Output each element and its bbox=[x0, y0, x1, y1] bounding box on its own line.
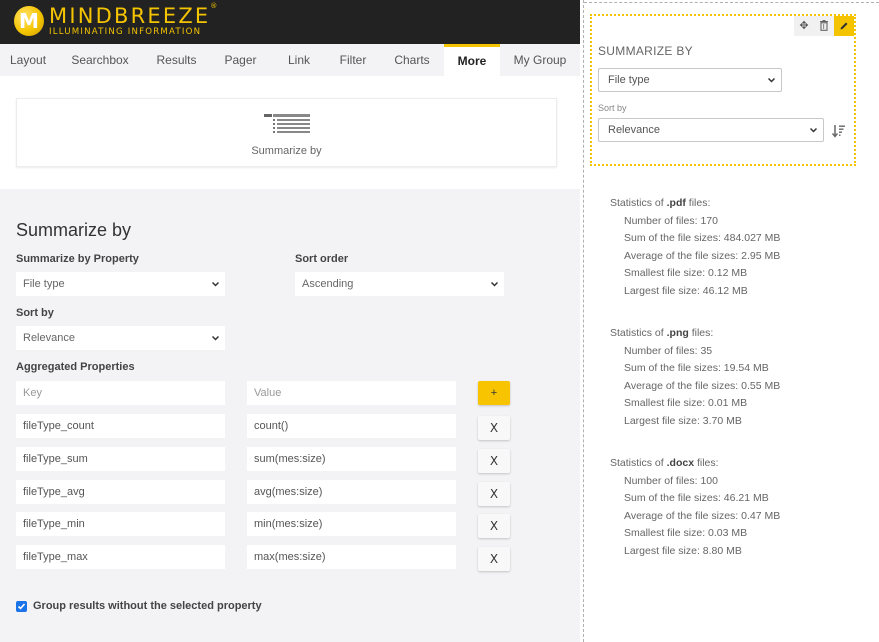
sort-by-select[interactable]: Relevance bbox=[16, 326, 225, 350]
editor-panel: M MINDBREEZE ® ILLUMINATING INFORMATION L… bbox=[0, 0, 580, 642]
mindbreeze-logo: M MINDBREEZE ® ILLUMINATING INFORMATION bbox=[14, 3, 217, 37]
tab-searchbox[interactable]: Searchbox bbox=[56, 44, 144, 76]
widget-palette: Summarize by bbox=[0, 76, 580, 189]
sort-by-label: Sort by bbox=[16, 307, 54, 319]
tab-charts[interactable]: Charts bbox=[380, 44, 444, 76]
aggregated-key-field[interactable]: fileType_avg bbox=[16, 480, 225, 504]
stat-line: Smallest file size: 0.01 MB bbox=[624, 397, 748, 409]
stat-group-docx: Statistics of .docx files: Number of fil… bbox=[610, 455, 850, 560]
logo-emblem-icon: M bbox=[14, 6, 44, 37]
checkmark-icon bbox=[17, 602, 26, 610]
top-bar: M MINDBREEZE ® ILLUMINATING INFORMATION bbox=[0, 0, 580, 44]
group-results-option: Group results without the selected prope… bbox=[16, 600, 262, 612]
widget-summarize-by[interactable]: Summarize by bbox=[16, 98, 557, 167]
sort-order-label: Sort order bbox=[295, 253, 349, 265]
tab-layout[interactable]: Layout bbox=[0, 44, 56, 76]
panel-divider bbox=[583, 0, 584, 642]
stat-heading: Statistics of .docx files: bbox=[610, 457, 719, 469]
sort-descending-icon[interactable] bbox=[832, 124, 846, 138]
summarize-by-widget-preview[interactable]: ✥ SUMMARIZE BY File type Sort by Relevan… bbox=[590, 14, 856, 166]
chevron-down-icon bbox=[768, 77, 775, 83]
remove-property-button[interactable]: X bbox=[478, 482, 510, 506]
sort-by-select-value: Relevance bbox=[23, 332, 75, 344]
preview-property-select[interactable]: File type bbox=[598, 68, 782, 92]
stat-line: Average of the file sizes: 2.95 MB bbox=[624, 249, 781, 262]
stat-line: Average of the file sizes: 0.55 MB bbox=[624, 379, 781, 392]
stat-line: Average of the file sizes: 0.47 MB bbox=[624, 509, 781, 522]
tab-results[interactable]: Results bbox=[144, 44, 209, 76]
stat-group-pdf: Statistics of .pdf files: Number of file… bbox=[610, 195, 850, 300]
tab-more[interactable]: More bbox=[444, 44, 500, 76]
group-results-label: Group results without the selected prope… bbox=[33, 600, 262, 612]
group-results-checkbox[interactable] bbox=[16, 600, 27, 612]
aggregated-key-field[interactable]: fileType_min bbox=[16, 512, 225, 536]
preview-property-value: File type bbox=[608, 74, 650, 86]
pencil-icon[interactable] bbox=[834, 16, 854, 36]
stat-group-png: Statistics of .png files: Number of file… bbox=[610, 325, 850, 430]
remove-property-button[interactable]: X bbox=[478, 416, 510, 440]
stat-line: Number of files: 100 bbox=[624, 474, 718, 487]
file-type: .docx bbox=[666, 457, 695, 469]
stat-line: Smallest file size: 0.12 MB bbox=[624, 267, 748, 279]
file-type: .png bbox=[666, 327, 689, 339]
widget-label: Summarize by bbox=[251, 145, 322, 157]
chevron-down-icon bbox=[810, 127, 817, 133]
aggregated-properties-label: Aggregated Properties bbox=[16, 361, 135, 373]
aggregated-value-field[interactable]: avg(mes:size) bbox=[247, 480, 456, 504]
aggregated-key-field[interactable]: fileType_sum bbox=[16, 447, 225, 471]
property-select[interactable]: File type bbox=[16, 272, 225, 296]
stat-heading: Statistics of .pdf files: bbox=[610, 197, 711, 209]
chevron-down-icon bbox=[212, 335, 219, 341]
stat-line: Largest file size: 3.70 MB bbox=[624, 414, 742, 427]
stat-line: Sum of the file sizes: 46.21 MB bbox=[624, 492, 769, 504]
remove-property-button[interactable]: X bbox=[478, 514, 510, 538]
tab-pager[interactable]: Pager bbox=[209, 44, 272, 76]
stat-line: Sum of the file sizes: 19.54 MB bbox=[624, 362, 769, 374]
remove-property-button[interactable]: X bbox=[478, 547, 510, 571]
widget-toolbar: ✥ bbox=[794, 16, 854, 36]
stat-line: Sum of the file sizes: 484.027 MB bbox=[624, 232, 781, 244]
value-input[interactable]: Value bbox=[247, 381, 456, 405]
tab-link[interactable]: Link bbox=[272, 44, 326, 76]
form-title: Summarize by bbox=[16, 220, 132, 240]
property-label: Summarize by Property bbox=[16, 253, 139, 265]
add-property-button[interactable]: + bbox=[478, 381, 510, 405]
preview-sort-by-label: Sort by bbox=[598, 103, 627, 113]
registered-mark: ® bbox=[210, 2, 220, 10]
preview-area-border bbox=[584, 2, 879, 3]
brand-name: MINDBREEZE bbox=[49, 4, 211, 28]
chevron-down-icon bbox=[491, 281, 498, 287]
stat-line: Smallest file size: 0.03 MB bbox=[624, 527, 748, 539]
stat-line: Largest file size: 8.80 MB bbox=[624, 544, 742, 557]
aggregated-value-field[interactable]: max(mes:size) bbox=[247, 545, 456, 569]
summarize-list-icon bbox=[264, 114, 310, 133]
move-icon[interactable]: ✥ bbox=[794, 16, 814, 36]
preview-sort-by-select[interactable]: Relevance bbox=[598, 118, 824, 142]
remove-property-button[interactable]: X bbox=[478, 449, 510, 473]
trash-icon[interactable] bbox=[814, 16, 834, 36]
tab-filter[interactable]: Filter bbox=[326, 44, 380, 76]
stat-line: Largest file size: 46.12 MB bbox=[624, 284, 748, 297]
brand-tagline: ILLUMINATING INFORMATION bbox=[49, 27, 202, 37]
aggregated-value-field[interactable]: count() bbox=[247, 414, 456, 438]
preview-title: SUMMARIZE BY bbox=[598, 44, 693, 58]
preview-sort-by-value: Relevance bbox=[608, 124, 660, 136]
sort-order-select[interactable]: Ascending bbox=[295, 272, 504, 296]
aggregated-value-field[interactable]: sum(mes:size) bbox=[247, 447, 456, 471]
aggregated-key-field[interactable]: fileType_max bbox=[16, 545, 225, 569]
aggregated-value-field[interactable]: min(mes:size) bbox=[247, 512, 456, 536]
sort-order-select-value: Ascending bbox=[302, 278, 354, 290]
file-type: .pdf bbox=[666, 197, 686, 209]
stat-line: Number of files: 170 bbox=[624, 214, 718, 227]
property-select-value: File type bbox=[23, 278, 65, 290]
aggregated-key-field[interactable]: fileType_count bbox=[16, 414, 225, 438]
tab-bar: Layout Searchbox Results Pager Link Filt… bbox=[0, 44, 580, 76]
tab-my-group[interactable]: My Group bbox=[500, 44, 580, 76]
key-input[interactable]: Key bbox=[16, 381, 225, 405]
stat-heading: Statistics of .png files: bbox=[610, 327, 714, 339]
chevron-down-icon bbox=[212, 281, 219, 287]
stat-line: Number of files: 35 bbox=[624, 344, 713, 357]
